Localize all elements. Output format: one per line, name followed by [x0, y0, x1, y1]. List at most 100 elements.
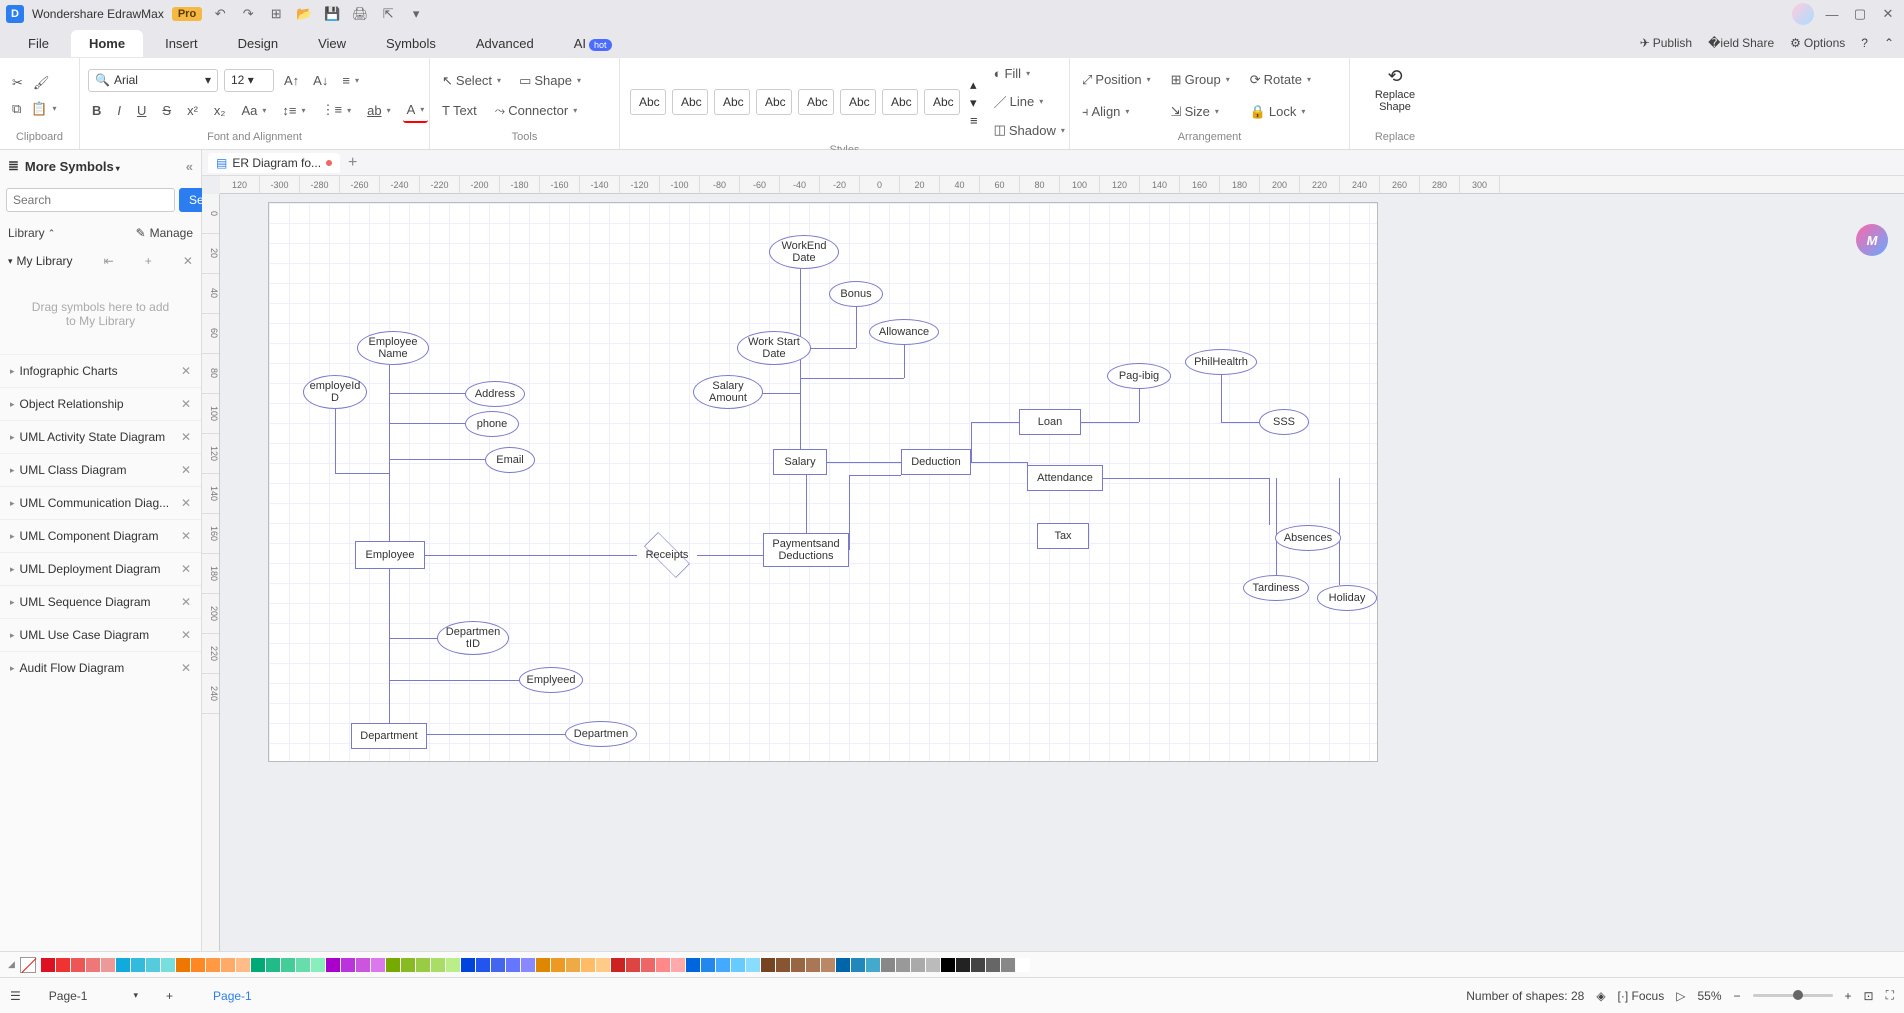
- fullscreen-icon[interactable]: ⛶: [1886, 988, 1894, 1003]
- style-gallery[interactable]: AbcAbcAbcAbcAbcAbcAbcAbc: [628, 89, 962, 115]
- color-swatch[interactable]: [926, 958, 940, 972]
- ai-assistant-button[interactable]: M: [1856, 224, 1888, 256]
- line-button[interactable]: ／ Line: [990, 88, 1069, 115]
- color-swatch[interactable]: [1001, 958, 1015, 972]
- no-color-swatch[interactable]: [20, 957, 36, 973]
- font-family-select[interactable]: 🔍 Arial▾: [88, 69, 218, 92]
- color-swatch[interactable]: [476, 958, 490, 972]
- er-entity-employee[interactable]: Employee: [355, 541, 425, 569]
- more-qat-button[interactable]: ▾: [406, 4, 426, 24]
- er-entity-loan[interactable]: Loan: [1019, 409, 1081, 435]
- close-icon[interactable]: ✕: [181, 661, 191, 675]
- cut-button[interactable]: ✂: [8, 71, 27, 95]
- size-button[interactable]: ⇲ Size: [1167, 100, 1234, 124]
- increase-font-button[interactable]: A↑: [280, 69, 303, 92]
- collapse-sidebar-icon[interactable]: «: [186, 159, 193, 174]
- er-attribute-workend[interactable]: WorkEnd Date: [769, 235, 839, 269]
- er-entity-tax[interactable]: Tax: [1037, 523, 1089, 549]
- shadow-button[interactable]: ◫ Shadow: [990, 118, 1069, 142]
- font-size-select[interactable]: 12 ▾: [224, 69, 274, 92]
- style-preset-3[interactable]: Abc: [756, 89, 792, 115]
- new-button[interactable]: ⊞: [266, 4, 286, 24]
- er-attribute-allowance[interactable]: Allowance: [869, 319, 939, 345]
- tab-symbols[interactable]: Symbols: [368, 30, 454, 57]
- strike-button[interactable]: S: [158, 98, 175, 123]
- position-button[interactable]: ⤢ Position: [1078, 68, 1155, 92]
- highlight-button[interactable]: ab: [363, 98, 394, 123]
- close-icon[interactable]: ✕: [181, 463, 191, 477]
- sidebar-category[interactable]: UML Class Diagram✕: [0, 453, 201, 486]
- color-swatch[interactable]: [236, 958, 250, 972]
- fill-button[interactable]: ◐ Fill: [990, 62, 1069, 85]
- style-preset-0[interactable]: Abc: [630, 89, 666, 115]
- user-avatar[interactable]: [1792, 3, 1814, 25]
- sidebar-category[interactable]: UML Activity State Diagram✕: [0, 420, 201, 453]
- er-attribute-workstart[interactable]: Work Start Date: [737, 331, 811, 365]
- close-icon[interactable]: ✕: [181, 628, 191, 642]
- search-input[interactable]: [6, 188, 175, 212]
- export-button[interactable]: ⇱: [378, 4, 398, 24]
- color-swatch[interactable]: [176, 958, 190, 972]
- er-attribute-empname[interactable]: Employee Name: [357, 331, 429, 365]
- color-swatch[interactable]: [116, 958, 130, 972]
- color-swatch[interactable]: [806, 958, 820, 972]
- document-tab[interactable]: ▤ ER Diagram fo...: [208, 153, 340, 173]
- color-swatch[interactable]: [566, 958, 580, 972]
- er-attribute-pagibig[interactable]: Pag-ibig: [1107, 363, 1171, 389]
- manage-library-button[interactable]: ✎ Manage: [136, 226, 193, 240]
- color-swatch[interactable]: [656, 958, 670, 972]
- color-swatch[interactable]: [611, 958, 625, 972]
- color-swatch[interactable]: [701, 958, 715, 972]
- shape-tool[interactable]: ▭ Shape: [515, 69, 585, 93]
- mylib-close-icon[interactable]: ✕: [183, 254, 193, 268]
- undo-button[interactable]: ↶: [210, 4, 230, 24]
- rotate-button[interactable]: ⟳ Rotate: [1246, 68, 1315, 92]
- add-page-button[interactable]: +: [166, 989, 173, 1003]
- zoom-slider[interactable]: [1753, 994, 1833, 997]
- color-swatch[interactable]: [746, 958, 760, 972]
- color-swatch[interactable]: [596, 958, 610, 972]
- color-swatch[interactable]: [161, 958, 175, 972]
- text-tool[interactable]: T Text: [438, 99, 481, 123]
- color-swatch[interactable]: [731, 958, 745, 972]
- tab-file[interactable]: File: [10, 30, 67, 57]
- close-icon[interactable]: ✕: [181, 397, 191, 411]
- publish-button[interactable]: ✈ Publish: [1640, 36, 1692, 50]
- color-swatch[interactable]: [1016, 958, 1030, 972]
- color-swatch[interactable]: [296, 958, 310, 972]
- color-swatch[interactable]: [716, 958, 730, 972]
- er-entity-department[interactable]: Department: [351, 723, 427, 749]
- close-icon[interactable]: ✕: [181, 595, 191, 609]
- close-icon[interactable]: ✕: [181, 430, 191, 444]
- replace-shape-button[interactable]: ⟲ Replace Shape: [1358, 62, 1432, 117]
- color-swatch[interactable]: [986, 958, 1000, 972]
- er-attribute-email[interactable]: Email: [485, 447, 535, 473]
- color-swatch[interactable]: [221, 958, 235, 972]
- copy-button[interactable]: ⧉: [8, 97, 25, 121]
- font-color-button[interactable]: A: [403, 98, 429, 123]
- color-swatch[interactable]: [911, 958, 925, 972]
- style-preset-6[interactable]: Abc: [882, 89, 918, 115]
- tab-advanced[interactable]: Advanced: [458, 30, 552, 57]
- paste-button[interactable]: 📋: [27, 97, 60, 121]
- add-tab-button[interactable]: +: [348, 154, 357, 172]
- bullets-button[interactable]: ⋮≡: [318, 98, 356, 123]
- color-swatch[interactable]: [491, 958, 505, 972]
- style-preset-2[interactable]: Abc: [714, 89, 750, 115]
- presentation-icon[interactable]: ▷: [1676, 989, 1685, 1003]
- color-swatch[interactable]: [386, 958, 400, 972]
- minimize-button[interactable]: —: [1822, 4, 1842, 24]
- fit-page-icon[interactable]: ⊡: [1864, 989, 1874, 1003]
- er-attribute-emplyeed[interactable]: Emplyeed: [519, 667, 583, 693]
- zoom-in-button[interactable]: +: [1845, 989, 1852, 1003]
- color-swatch[interactable]: [641, 958, 655, 972]
- color-swatch[interactable]: [431, 958, 445, 972]
- gallery-down-icon[interactable]: ▾: [970, 95, 978, 111]
- close-icon[interactable]: ✕: [181, 529, 191, 543]
- collapse-ribbon-button[interactable]: ⌃: [1884, 36, 1894, 50]
- lock-button[interactable]: 🔒 Lock: [1246, 100, 1315, 124]
- er-attribute-bonus[interactable]: Bonus: [829, 281, 883, 307]
- color-swatch[interactable]: [326, 958, 340, 972]
- color-swatch[interactable]: [536, 958, 550, 972]
- er-attribute-tardiness[interactable]: Tardiness: [1243, 575, 1309, 601]
